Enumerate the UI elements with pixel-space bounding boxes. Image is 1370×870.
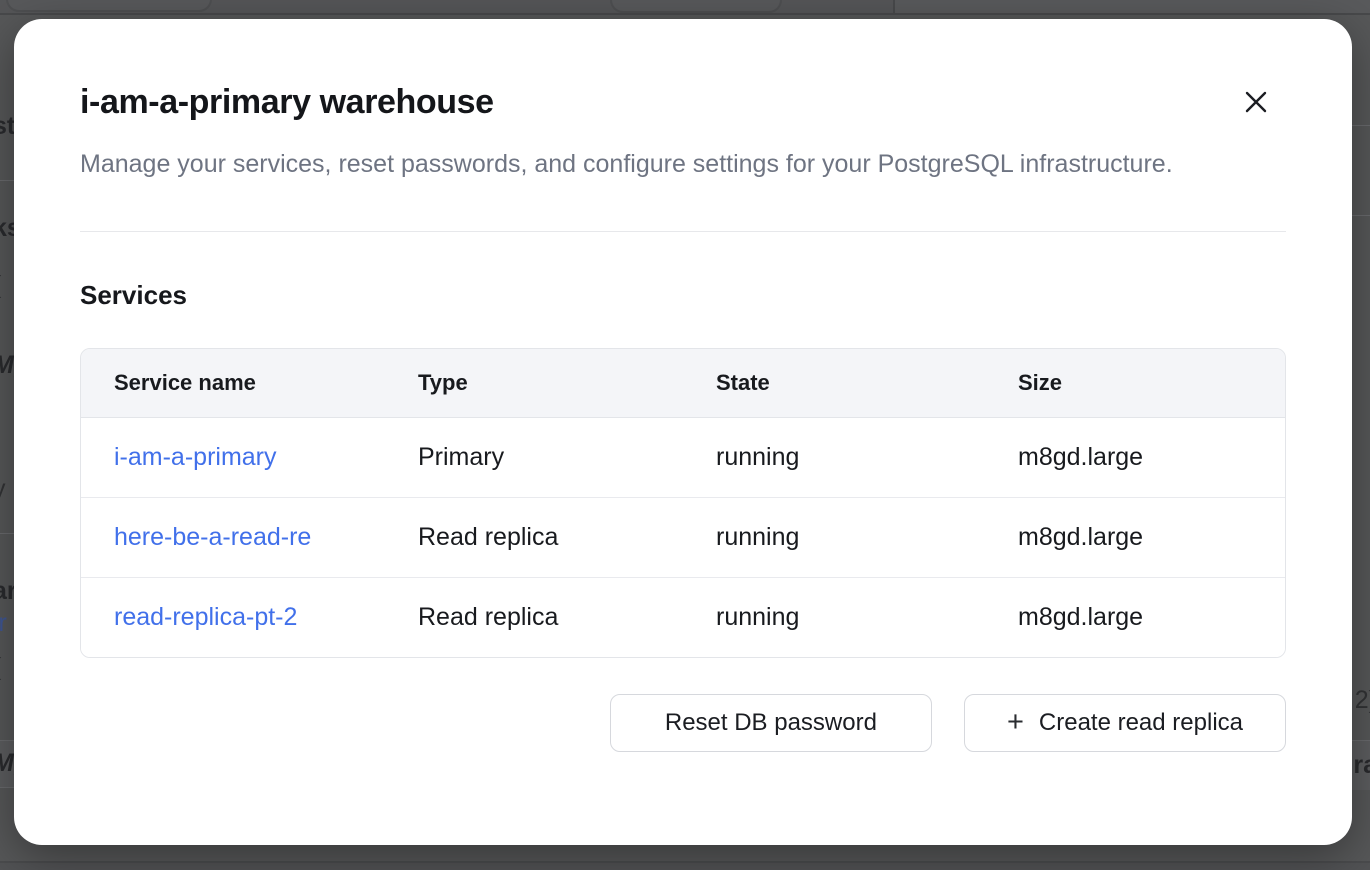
column-header-size: Size [985, 349, 1285, 417]
table-row: read-replica-pt-2 Read replicarunningm8gd… [81, 577, 1285, 657]
background-band [0, 863, 1370, 870]
services-table-body: i-am-a-primaryPrimaryrunningm8gd.largehe… [81, 417, 1285, 657]
service-state-cell: running [683, 497, 985, 577]
service-state-cell: running [683, 577, 985, 657]
service-name-link[interactable]: read-replica-pt-2 [114, 603, 297, 632]
reset-db-password-button[interactable]: Reset DB password [610, 694, 932, 752]
modal-description: Manage your services, reset passwords, a… [80, 143, 1220, 185]
service-name-link[interactable]: i-am-a-primary [114, 443, 277, 472]
service-name-cell: i-am-a-primary [81, 417, 385, 497]
column-header-type: Type [385, 349, 683, 417]
service-name-cell: read-replica-pt-2 [81, 577, 385, 657]
service-size-cell: m8gd.large [985, 577, 1285, 657]
background-divider [0, 13, 1370, 15]
page-title: i-am-a-primary warehouse [80, 81, 1286, 123]
service-type-cell: Read replica [385, 577, 683, 657]
service-name-cell: here-be-a-read-re [81, 497, 385, 577]
table-header-row: Service name Type State Size [81, 349, 1285, 417]
service-name-link[interactable]: here-be-a-read-re [114, 523, 311, 552]
service-type-cell: Primary [385, 417, 683, 497]
create-read-replica-label: Create read replica [1039, 709, 1243, 737]
column-header-state: State [683, 349, 985, 417]
service-modal: i-am-a-primary warehouse Manage your ser… [14, 19, 1352, 845]
background-header-band [895, 0, 1370, 13]
modal-footer: Reset DB password + Create read replica [80, 694, 1286, 752]
background-text-fragment: ( [0, 653, 1, 682]
background-divider [0, 787, 14, 788]
background-text-fragment: y [0, 475, 6, 504]
services-table: Service name Type State Size i-am-a-prim… [80, 348, 1286, 658]
divider [80, 231, 1286, 232]
background-text-fragment: 2) [1355, 686, 1370, 715]
background-divider [893, 0, 895, 13]
create-read-replica-button[interactable]: + Create read replica [964, 694, 1286, 752]
close-button[interactable] [1240, 86, 1272, 118]
plus-icon: + [1007, 708, 1024, 737]
background-text-fragment: ra [1353, 751, 1370, 780]
service-state-cell: running [683, 417, 985, 497]
background-card-fragment [610, 0, 782, 13]
background-text-fragment: st [0, 112, 15, 141]
service-size-cell: m8gd.large [985, 497, 1285, 577]
background-text-fragment: ir [0, 609, 7, 638]
close-icon [1243, 89, 1269, 115]
background-divider [0, 533, 14, 534]
background-divider [1352, 125, 1370, 126]
background-text-fragment: ( [0, 271, 1, 300]
background-card-fragment: g [6, 0, 212, 12]
service-size-cell: m8gd.large [985, 417, 1285, 497]
service-type-cell: Read replica [385, 497, 683, 577]
table-row: i-am-a-primary Primaryrunningm8gd.large [81, 417, 1285, 497]
services-section-title: Services [80, 280, 1286, 310]
background-divider [1352, 215, 1370, 216]
background-divider [0, 180, 14, 181]
column-header-service-name: Service name [81, 349, 385, 417]
table-row: here-be-a-read-re Read replicarunningm8gd… [81, 497, 1285, 577]
